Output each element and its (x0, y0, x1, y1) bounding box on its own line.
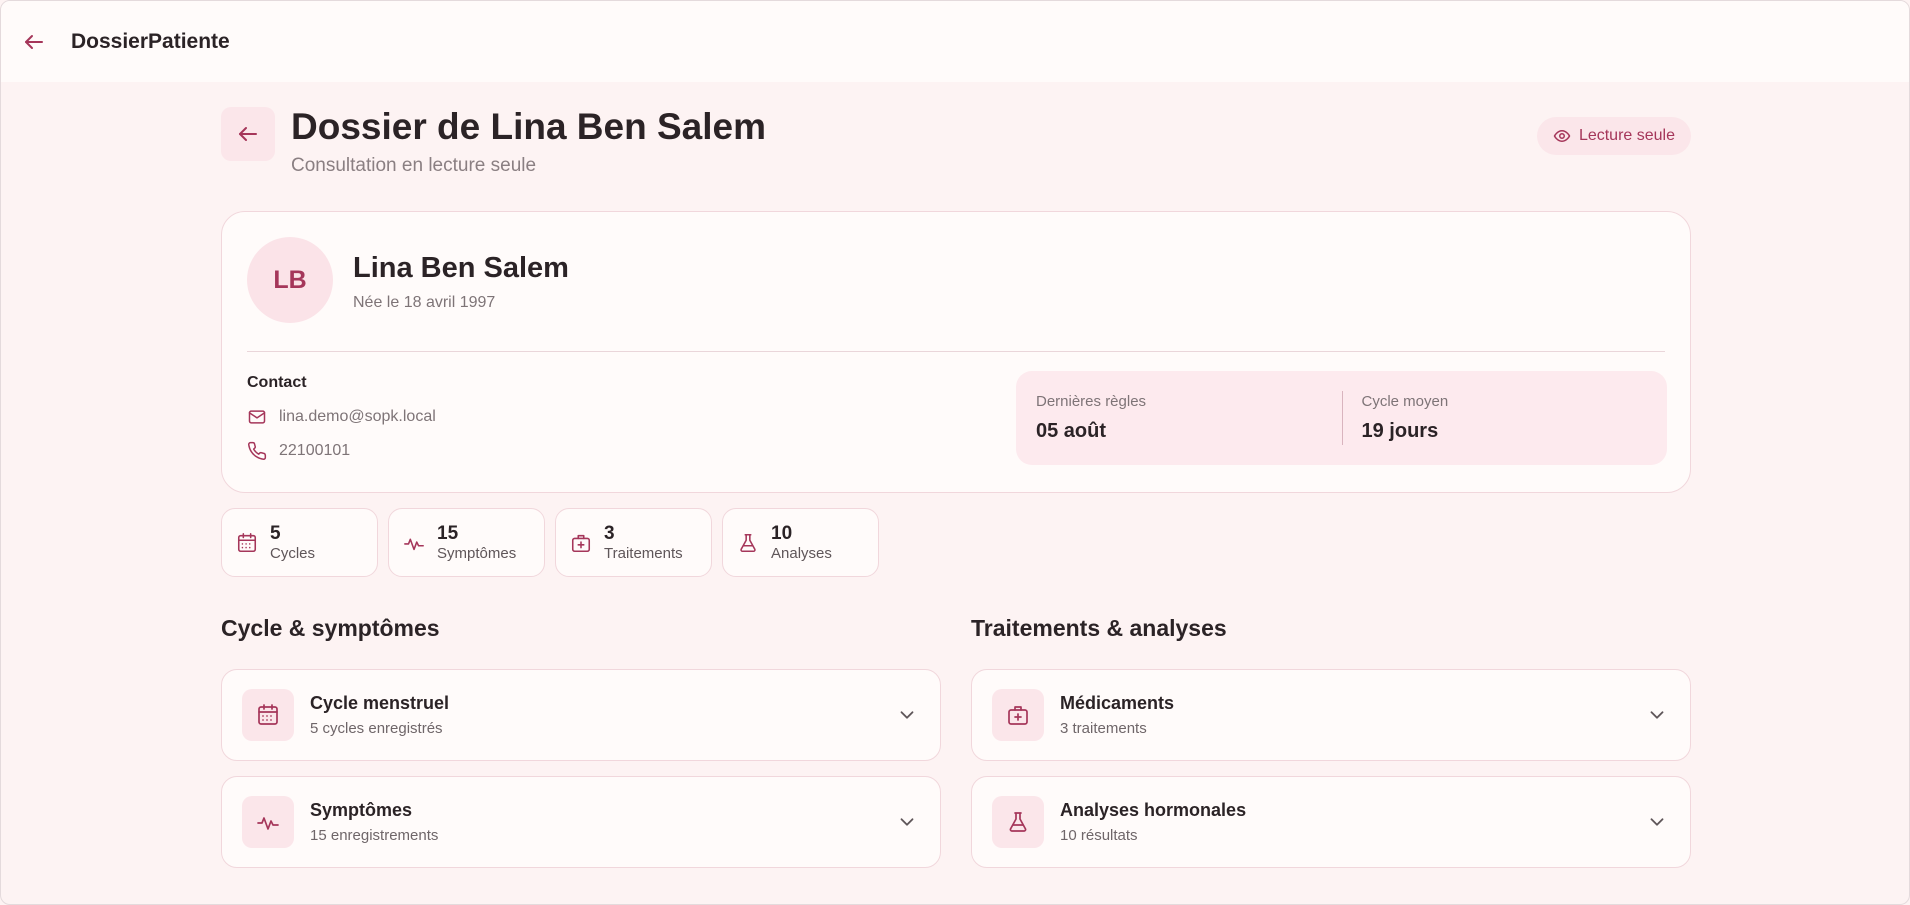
cycle-summary: Dernières règles 05 août Cycle moyen 19 … (1016, 371, 1667, 465)
medical-kit-icon (1008, 706, 1028, 725)
accordion-subtitle: 15 enregistrements (310, 827, 439, 844)
page-title: Dossier de Lina Ben Salem (291, 106, 767, 147)
average-cycle-label: Cycle moyen (1361, 393, 1449, 410)
stat-label: Traitements (604, 544, 683, 562)
accordion-symptoms[interactable]: Symptômes 15 enregistrements (221, 776, 941, 868)
avatar: LB (247, 237, 333, 323)
average-cycle-cell: Cycle moyen 19 jours (1341, 371, 1668, 465)
stat-analyses: 10 Analyses (722, 508, 879, 577)
app-window: DossierPatiente Dossier de Lina Ben Sale… (0, 0, 1910, 905)
accordion-medications[interactable]: Médicaments 3 traitements (971, 669, 1691, 761)
arrow-left-icon (25, 34, 43, 49)
accordion-title: Symptômes (310, 800, 413, 820)
stat-label: Symptômes (437, 544, 517, 562)
calendar-icon (237, 532, 257, 552)
stat-value: 5 (270, 522, 281, 544)
patient-name: Lina Ben Salem (353, 252, 569, 284)
stat-label: Analyses (771, 544, 832, 562)
appbar-back-button[interactable] (21, 29, 47, 55)
patient-birthdate: Née le 18 avril 1997 (353, 294, 496, 311)
app-bar: DossierPatiente (1, 1, 1909, 82)
accordion-icon-box (992, 796, 1044, 848)
readonly-badge: Lecture seule (1536, 117, 1691, 155)
arrow-left-icon (239, 127, 257, 141)
accordion-cycle[interactable]: Cycle menstruel 5 cycles enregistrés (221, 669, 941, 761)
stat-label: Cycles (270, 544, 316, 562)
readonly-badge-label: Lecture seule (1578, 127, 1675, 144)
flask-icon (1009, 812, 1027, 832)
accordion-icon-box (992, 689, 1044, 741)
flask-icon (740, 533, 756, 552)
stat-treatments: 3 Traitements (555, 508, 712, 577)
eye-icon (1553, 130, 1571, 142)
patient-profile-card: LB Lina Ben Salem Née le 18 avril 1997 C… (221, 211, 1691, 493)
mail-icon (248, 410, 266, 424)
accordion-title: Médicaments (1060, 693, 1175, 713)
stat-symptoms: 15 Symptômes (388, 508, 545, 577)
accordion-analyses[interactable]: Analyses hormonales 10 résultats (971, 776, 1691, 868)
stat-value: 3 (604, 522, 615, 544)
page-subtitle: Consultation en lecture seule (291, 155, 537, 176)
contact-email-value: lina.demo@sopk.local (279, 408, 436, 425)
contact-heading: Contact (247, 374, 307, 391)
section-heading-treatments: Traitements & analyses (971, 615, 1227, 641)
average-cycle-value: 19 jours (1361, 420, 1439, 442)
pulse-icon (257, 817, 279, 830)
chevron-down-icon[interactable] (896, 704, 918, 726)
last-period-label: Dernières règles (1036, 393, 1147, 410)
chevron-down-icon[interactable] (896, 811, 918, 833)
contact-email: lina.demo@sopk.local (247, 407, 436, 427)
accordion-subtitle: 3 traitements (1060, 720, 1147, 737)
phone-icon (248, 441, 267, 460)
medical-kit-icon (571, 534, 591, 552)
accordion-subtitle: 5 cycles enregistrés (310, 720, 443, 737)
stats-row: 5 Cycles 15 Symptômes 3 Traitements 10 A… (221, 508, 879, 577)
stat-value: 10 (771, 522, 793, 544)
chevron-down-icon[interactable] (1646, 704, 1668, 726)
main-content: Dossier de Lina Ben Salem Consultation e… (221, 106, 1691, 868)
contact-phone: 22100101 (247, 441, 350, 461)
accordion-subtitle: 10 résultats (1060, 827, 1138, 844)
calendar-icon (258, 704, 278, 725)
chevron-down-icon[interactable] (1646, 811, 1668, 833)
page-back-button[interactable] (221, 107, 275, 161)
page-header: Dossier de Lina Ben Salem Consultation e… (221, 106, 1691, 207)
contact-phone-value: 22100101 (279, 442, 351, 459)
stat-cycles: 5 Cycles (221, 508, 378, 577)
section-heading-cycle: Cycle & symptômes (221, 615, 440, 641)
last-period-value: 05 août (1036, 420, 1107, 442)
last-period-cell: Dernières règles 05 août (1016, 371, 1342, 465)
accordion-icon-box (242, 796, 294, 848)
accordion-title: Analyses hormonales (1060, 800, 1247, 820)
stat-value: 15 (437, 522, 459, 544)
app-title: DossierPatiente (71, 29, 230, 53)
accordion-icon-box (242, 689, 294, 741)
accordion-title: Cycle menstruel (310, 693, 450, 713)
divider (247, 351, 1665, 352)
pulse-icon (404, 538, 424, 550)
